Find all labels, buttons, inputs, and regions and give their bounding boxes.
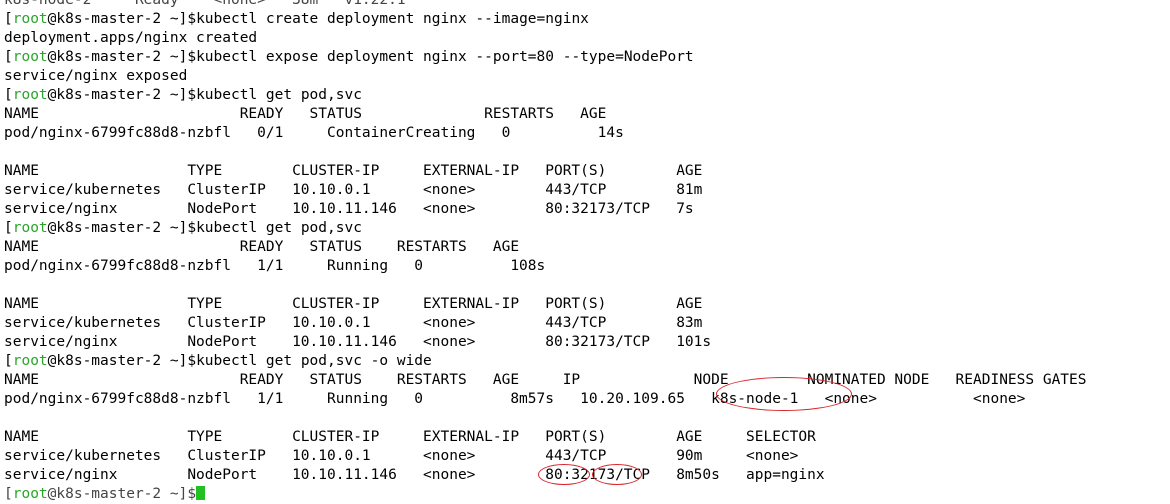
prompt-bracket: [	[4, 353, 13, 369]
output-line: service/kubernetes ClusterIP 10.10.0.1 <…	[4, 448, 799, 464]
prompt-user: root	[12, 11, 48, 27]
prompt-host: @k8s-master-2 ~]$	[47, 220, 197, 236]
prompt-user: root	[12, 87, 48, 103]
output-line: NAME READY STATUS RESTARTS AGE IP NODE N…	[4, 372, 1087, 388]
prompt-host: @k8s-master-2 ~]$	[47, 11, 197, 27]
command-line: [root@k8s-master-2 ~]$kubectl get pod,sv…	[4, 86, 1170, 105]
command-text: kubectl get pod,svc	[196, 87, 362, 103]
prompt-host: @k8s-master-2 ~]$	[47, 353, 197, 369]
output-line: NAME READY STATUS RESTARTS AGE	[4, 106, 607, 122]
terminal-cursor	[196, 486, 206, 500]
output-line: service/nginx exposed	[4, 68, 188, 84]
prompt-bracket: [	[4, 220, 13, 236]
prompt-bracket: [	[4, 486, 13, 502]
command-line: [root@k8s-master-2 ~]$kubectl expose dep…	[4, 48, 1170, 67]
command-text: kubectl expose deployment nginx --port=8…	[196, 49, 694, 65]
command-line: [root@k8s-master-2 ~]$kubectl get pod,sv…	[4, 352, 1170, 371]
output-line: service/nginx NodePort 10.10.11.146 <non…	[4, 334, 712, 350]
prompt-user: root	[12, 49, 48, 65]
output-line: service/nginx NodePort 10.10.11.146 <non…	[4, 201, 694, 217]
output-line: service/kubernetes ClusterIP 10.10.0.1 <…	[4, 182, 703, 198]
command-text: kubectl create deployment nginx --image=…	[196, 11, 589, 27]
command-line: [root@k8s-master-2 ~]$kubectl create dep…	[4, 10, 1170, 29]
prompt-bracket: [	[4, 87, 13, 103]
prompt-user: root	[12, 220, 48, 236]
prompt-host: @k8s-master-2 ~]$	[47, 87, 197, 103]
prompt-bracket: [	[4, 11, 13, 27]
output-line: NAME TYPE CLUSTER-IP EXTERNAL-IP PORT(S)…	[4, 429, 816, 445]
output-line: pod/nginx-6799fc88d8-nzbfl 1/1 Running 0…	[4, 258, 546, 274]
output-line: NAME TYPE CLUSTER-IP EXTERNAL-IP PORT(S)…	[4, 296, 703, 312]
prompt-host: @k8s-master-2 ~]$	[47, 486, 197, 502]
command-line: [root@k8s-master-2 ~]$	[4, 485, 1170, 504]
prompt-user: root	[12, 353, 48, 369]
prompt-user: root	[12, 486, 48, 502]
output-line: NAME READY STATUS RESTARTS AGE	[4, 239, 520, 255]
prompt-host: @k8s-master-2 ~]$	[47, 49, 197, 65]
output-line: service/nginx NodePort 10.10.11.146 <non…	[4, 467, 825, 483]
command-text: kubectl get pod,svc	[196, 220, 362, 236]
terminal-output[interactable]: k8s-node-2 Ready <none> 38m v1.22.1 [roo…	[4, 0, 1170, 504]
output-line: deployment.apps/nginx created	[4, 30, 258, 46]
command-text: kubectl get pod,svc -o wide	[196, 353, 432, 369]
output-line: pod/nginx-6799fc88d8-nzbfl 1/1 Running 0…	[4, 391, 1026, 407]
output-line: NAME TYPE CLUSTER-IP EXTERNAL-IP PORT(S)…	[4, 163, 703, 179]
output-line: pod/nginx-6799fc88d8-nzbfl 0/1 Container…	[4, 125, 624, 141]
output-line: service/kubernetes ClusterIP 10.10.0.1 <…	[4, 315, 703, 331]
prompt-bracket: [	[4, 49, 13, 65]
output-line: k8s-node-2 Ready <none> 38m v1.22.1	[4, 0, 406, 8]
command-line: [root@k8s-master-2 ~]$kubectl get pod,sv…	[4, 219, 1170, 238]
